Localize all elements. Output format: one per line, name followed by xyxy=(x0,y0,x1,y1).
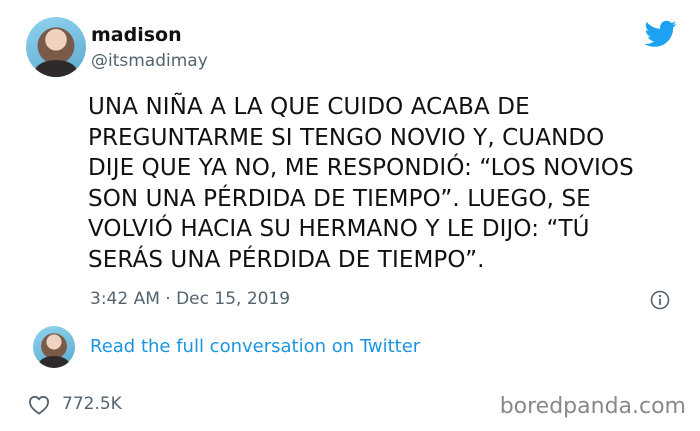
tweet-text-line: SERÁS UNA PÉRDIDA DE TIEMPO”. xyxy=(88,246,485,273)
author-display-name[interactable]: madison xyxy=(91,24,182,46)
like-count: 772.5K xyxy=(62,394,122,414)
info-icon[interactable] xyxy=(650,290,670,310)
read-conversation-link[interactable]: Read the full conversation on Twitter xyxy=(90,336,420,357)
tweet-text-line: PREGUNTARME SI TENGO NOVIO Y, CUANDO xyxy=(88,124,605,151)
avatar-shoulders xyxy=(39,356,69,368)
tweet-text: UNA NIÑA A LA QUE CUIDO ACABA DE PREGUNT… xyxy=(88,92,688,275)
tweet-text-line: DIJE QUE YA NO, ME RESPONDIÓ: “LOS NOVIO… xyxy=(88,155,634,181)
heart-icon[interactable] xyxy=(28,395,50,415)
twitter-bird-icon[interactable] xyxy=(645,20,677,48)
divider xyxy=(20,322,680,323)
reply-avatar[interactable] xyxy=(33,326,75,368)
author-avatar[interactable] xyxy=(26,17,86,77)
avatar-shoulders xyxy=(35,60,77,77)
author-handle[interactable]: @itsmadimay xyxy=(91,51,208,71)
tweet-text-line: SON UNA PÉRDIDA DE TIEMPO”. LUEGO, SE xyxy=(88,185,591,212)
tweet-text-line: VOLVIÓ HACIA SU HERMANO Y LE DIJO: “TÚ xyxy=(88,216,590,242)
watermark: boredpanda.com xyxy=(499,394,686,419)
tweet-text-line: UNA NIÑA A LA QUE CUIDO ACABA DE xyxy=(88,94,530,120)
tweet-timestamp[interactable]: 3:42 AM · Dec 15, 2019 xyxy=(90,289,290,309)
